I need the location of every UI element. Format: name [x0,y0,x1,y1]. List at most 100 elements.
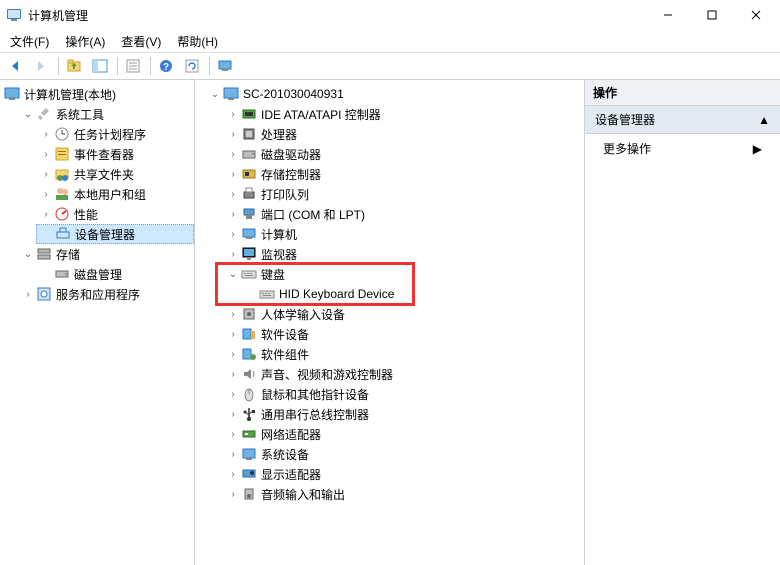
expand-icon[interactable]: ⌄ [22,108,34,120]
expand-icon[interactable]: › [227,108,239,120]
device-hid-keyboard[interactable]: HID Keyboard Device [241,284,584,304]
show-hide-tree-button[interactable] [89,55,111,77]
device-computer[interactable]: ›计算机 [223,224,584,244]
device-mouse[interactable]: ›鼠标和其他指针设备 [223,384,584,404]
refresh-button[interactable] [181,55,203,77]
back-button[interactable] [4,55,26,77]
device-ports[interactable]: › 端口 (COM 和 LPT) [223,204,584,224]
expand-spacer [41,228,53,240]
device-display[interactable]: ›显示适配器 [223,464,584,484]
system-icon [241,446,257,462]
expand-icon[interactable]: › [40,148,52,160]
expand-icon[interactable]: › [227,148,239,160]
tree-local-users[interactable]: › 本地用户和组 [36,184,194,204]
tree-label: 声音、视频和游戏控制器 [261,366,393,383]
mouse-icon [241,386,257,402]
forward-button[interactable] [30,55,52,77]
device-keyboard[interactable]: ⌄ 键盘 [223,264,584,284]
tree-task-scheduler[interactable]: › 任务计划程序 [36,124,194,144]
device-root[interactable]: ⌄ SC-201030040931 [205,84,584,104]
tree-disk-mgmt[interactable]: 磁盘管理 [36,264,194,284]
menu-file[interactable]: 文件(F) [2,31,57,52]
expand-icon[interactable]: › [227,368,239,380]
actions-section[interactable]: 设备管理器 ▲ [585,106,780,134]
properties-button[interactable] [122,55,144,77]
tree-root-computer-mgmt[interactable]: 计算机管理(本地) [0,84,194,104]
expand-icon[interactable]: › [40,128,52,140]
tree-system-tools[interactable]: ⌄ 系统工具 [18,104,194,124]
menu-action[interactable]: 操作(A) [57,31,113,52]
expand-icon[interactable]: ⌄ [22,248,34,260]
menu-view[interactable]: 查看(V) [113,31,169,52]
actions-header-label: 操作 [593,84,617,101]
up-button[interactable] [63,55,85,77]
expand-icon[interactable]: › [227,388,239,400]
maximize-button[interactable] [690,1,734,29]
help-button[interactable]: ? [155,55,177,77]
services-icon [36,286,52,302]
expand-icon[interactable]: › [227,348,239,360]
more-actions-label: 更多操作 [603,140,651,157]
device-network[interactable]: ›网络适配器 [223,424,584,444]
main-area: 计算机管理(本地) ⌄ 系统工具 › 任务计划程序 [0,80,780,565]
expand-icon[interactable]: › [227,488,239,500]
expand-icon[interactable]: › [40,168,52,180]
actions-section-label: 设备管理器 [595,111,655,128]
device-cpu[interactable]: › 处理器 [223,124,584,144]
tree-label: 磁盘管理 [74,266,122,283]
usb-icon [241,406,257,422]
minimize-button[interactable] [646,1,690,29]
tree-label: 事件查看器 [74,146,134,163]
expand-icon[interactable]: › [227,188,239,200]
clock-icon [54,126,70,142]
device-sound[interactable]: › 声音、视频和游戏控制器 [223,364,584,384]
expand-icon[interactable]: › [227,228,239,240]
expand-icon[interactable]: › [227,428,239,440]
tree-label: 处理器 [261,126,297,143]
expand-icon[interactable]: › [227,328,239,340]
close-button[interactable] [734,1,778,29]
storage-icon [36,246,52,262]
device-software-comp[interactable]: ›软件组件 [223,344,584,364]
tree-storage[interactable]: ⌄ 存储 [18,244,194,264]
expand-icon[interactable]: › [227,408,239,420]
device-system[interactable]: ›系统设备 [223,444,584,464]
pc-icon [241,226,257,242]
expand-icon[interactable]: › [40,188,52,200]
tree-label: 键盘 [261,266,285,283]
device-usb[interactable]: ›通用串行总线控制器 [223,404,584,424]
tree-performance[interactable]: › 性能 [36,204,194,224]
tree-event-viewer[interactable]: › 事件查看器 [36,144,194,164]
device-storage-ctrl[interactable]: ›存储控制器 [223,164,584,184]
collapse-icon[interactable]: ⌄ [209,88,221,100]
device-disk-drives[interactable]: ›磁盘驱动器 [223,144,584,164]
expand-icon[interactable]: › [40,208,52,220]
device-audio-io[interactable]: ›音频输入和输出 [223,484,584,504]
expand-icon[interactable]: › [227,208,239,220]
tree-services-apps[interactable]: › 服务和应用程序 [18,284,194,304]
device-software-dev[interactable]: ›软件设备 [223,324,584,344]
tree-label: HID Keyboard Device [279,287,394,301]
collapse-up-icon: ▲ [758,113,770,127]
gpu-icon [241,466,257,482]
tree-label: 端口 (COM 和 LPT) [261,206,365,223]
device-ide[interactable]: ›IDE ATA/ATAPI 控制器 [223,104,584,124]
expand-icon[interactable]: › [227,168,239,180]
device-monitors[interactable]: ›监视器 [223,244,584,264]
collapse-icon[interactable]: ⌄ [227,268,239,280]
storage-ctrl-icon [241,166,257,182]
tree-device-manager[interactable]: 设备管理器 [36,224,194,244]
tree-shared-folders[interactable]: › 共享文件夹 [36,164,194,184]
device-print-queue[interactable]: ›打印队列 [223,184,584,204]
more-actions-item[interactable]: 更多操作 ▶ [585,134,780,163]
menu-help[interactable]: 帮助(H) [169,31,226,52]
expand-icon[interactable]: › [227,248,239,260]
expand-icon[interactable]: › [227,128,239,140]
expand-icon[interactable]: › [227,448,239,460]
device-hid[interactable]: ›人体学输入设备 [223,304,584,324]
expand-icon[interactable]: › [22,288,34,300]
expand-icon[interactable]: › [227,468,239,480]
tree-label: SC-201030040931 [243,87,344,101]
scan-hardware-button[interactable] [214,55,236,77]
expand-icon[interactable]: › [227,308,239,320]
